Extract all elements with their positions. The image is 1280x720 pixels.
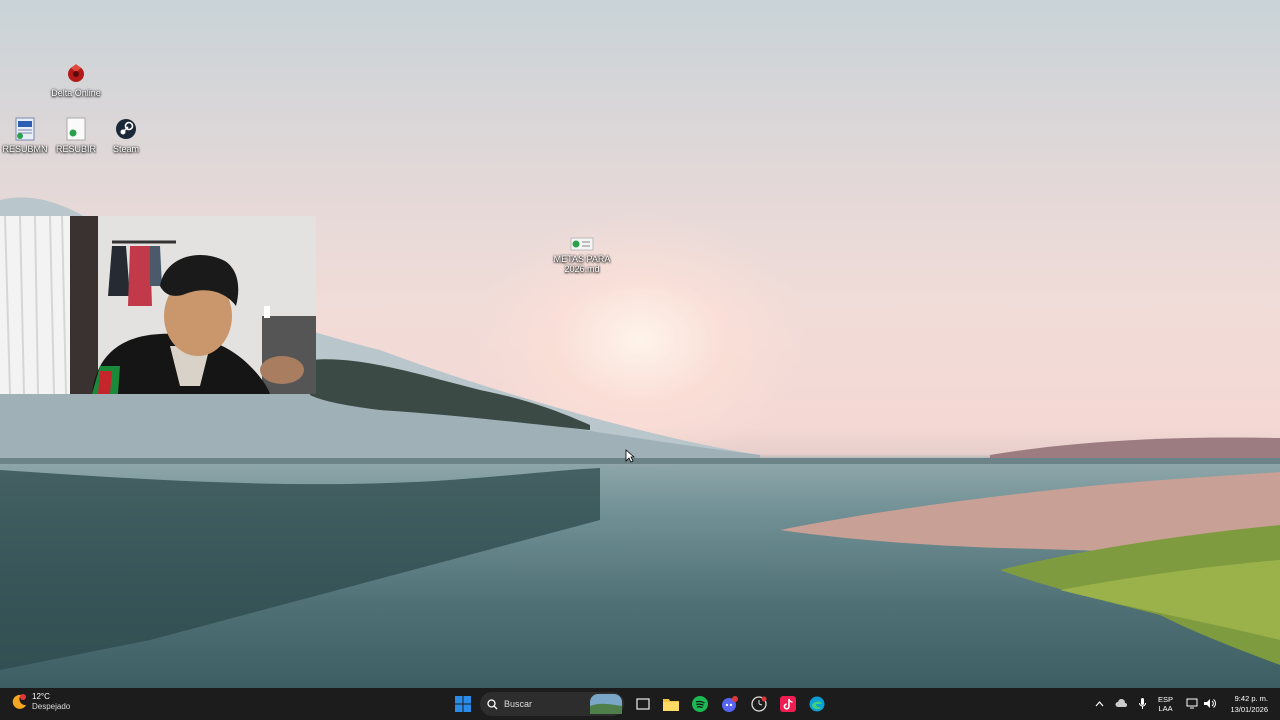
desktop: Delta Online RESUBMN RESUBIR Steam METAS… <box>0 0 1280 688</box>
chevron-up-icon[interactable] <box>1095 700 1104 708</box>
keyboard-layout: LAA <box>1158 704 1173 713</box>
document-file-icon <box>12 116 38 142</box>
desktop-icon-label: Delta Online <box>51 88 101 98</box>
mouse-cursor-icon <box>625 449 635 463</box>
weather-temp: 12°C <box>32 692 50 701</box>
edge-icon <box>809 696 825 712</box>
widgets-landscape-icon[interactable] <box>590 694 622 714</box>
spotify-button[interactable] <box>688 692 712 716</box>
discord-button[interactable] <box>718 692 742 716</box>
webcam-person-illustration <box>0 216 316 394</box>
weather-condition: Despejado <box>32 702 71 711</box>
search-placeholder: Buscar <box>504 699 533 709</box>
weather-widget[interactable]: 12°C Despejado <box>10 692 70 712</box>
windows-start-icon <box>455 696 471 712</box>
tiktok-button[interactable] <box>776 692 800 716</box>
desktop-icon-steam[interactable]: Steam <box>96 116 156 154</box>
weather-moon-icon <box>12 694 26 709</box>
network-icon[interactable] <box>1186 698 1199 709</box>
language-code: ESP <box>1158 695 1174 704</box>
webcam-overlay <box>0 216 316 394</box>
start-button[interactable] <box>451 692 475 716</box>
language-indicator[interactable]: ESP LAA <box>1158 695 1173 713</box>
taskbar-search[interactable]: Buscar <box>480 692 624 716</box>
cloud-sync-icon[interactable] <box>1115 698 1127 710</box>
desktop-icon-label: METAS PARA 2026.md <box>553 254 611 274</box>
file-explorer-button[interactable] <box>659 692 683 716</box>
desktop-icon-delta-online[interactable]: Delta Online <box>46 60 106 98</box>
clock-app-icon <box>751 696 767 712</box>
desktop-icon-metas-2026[interactable]: METAS PARA 2026.md <box>552 236 612 274</box>
task-view-icon <box>636 698 650 710</box>
microphone-icon[interactable] <box>1138 697 1147 710</box>
blank-document-icon <box>63 116 89 142</box>
clock-time: 9:42 p. m. <box>1234 694 1268 703</box>
desktop-icon-label: Steam <box>112 144 139 154</box>
tiktok-icon <box>780 696 796 712</box>
taskbar: 12°C Despejado Buscar ESP LAA 9:42 p. m.… <box>0 688 1280 720</box>
file-explorer-icon <box>663 699 679 711</box>
delta-online-app-icon <box>63 60 89 86</box>
clock-date: 13/01/2026 <box>1230 705 1268 714</box>
discord-icon <box>722 696 738 712</box>
edge-button[interactable] <box>805 692 829 716</box>
task-view-button[interactable] <box>631 692 655 716</box>
volume-icon[interactable] <box>1203 698 1216 709</box>
steam-icon <box>113 116 139 142</box>
search-icon <box>487 698 498 709</box>
markdown-file-icon <box>569 236 595 252</box>
clock-app-button[interactable] <box>747 692 771 716</box>
spotify-icon <box>692 696 708 712</box>
taskbar-clock[interactable]: 9:42 p. m. 13/01/2026 <box>1230 693 1268 715</box>
